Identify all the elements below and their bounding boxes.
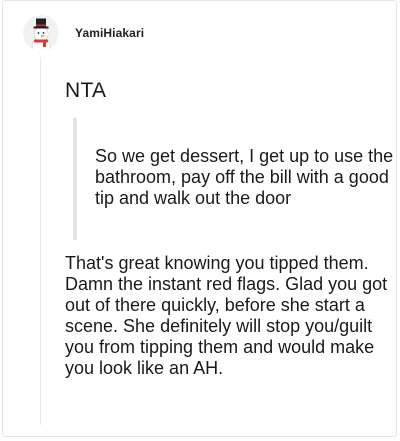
post-header: YamiHiakari <box>23 15 144 51</box>
reply-heading: NTA <box>65 79 107 102</box>
thread-line <box>40 57 41 425</box>
reply-body: That's great knowing you tipped them. Da… <box>65 253 388 378</box>
snowman-avatar-icon[interactable] <box>23 15 59 51</box>
quote-bar <box>73 118 77 240</box>
post-card: YamiHiakari NTA So we get dessert, I get… <box>2 0 397 437</box>
quoted-text: So we get dessert, I get up to use the b… <box>95 146 394 208</box>
username[interactable]: YamiHiakari <box>75 26 144 40</box>
